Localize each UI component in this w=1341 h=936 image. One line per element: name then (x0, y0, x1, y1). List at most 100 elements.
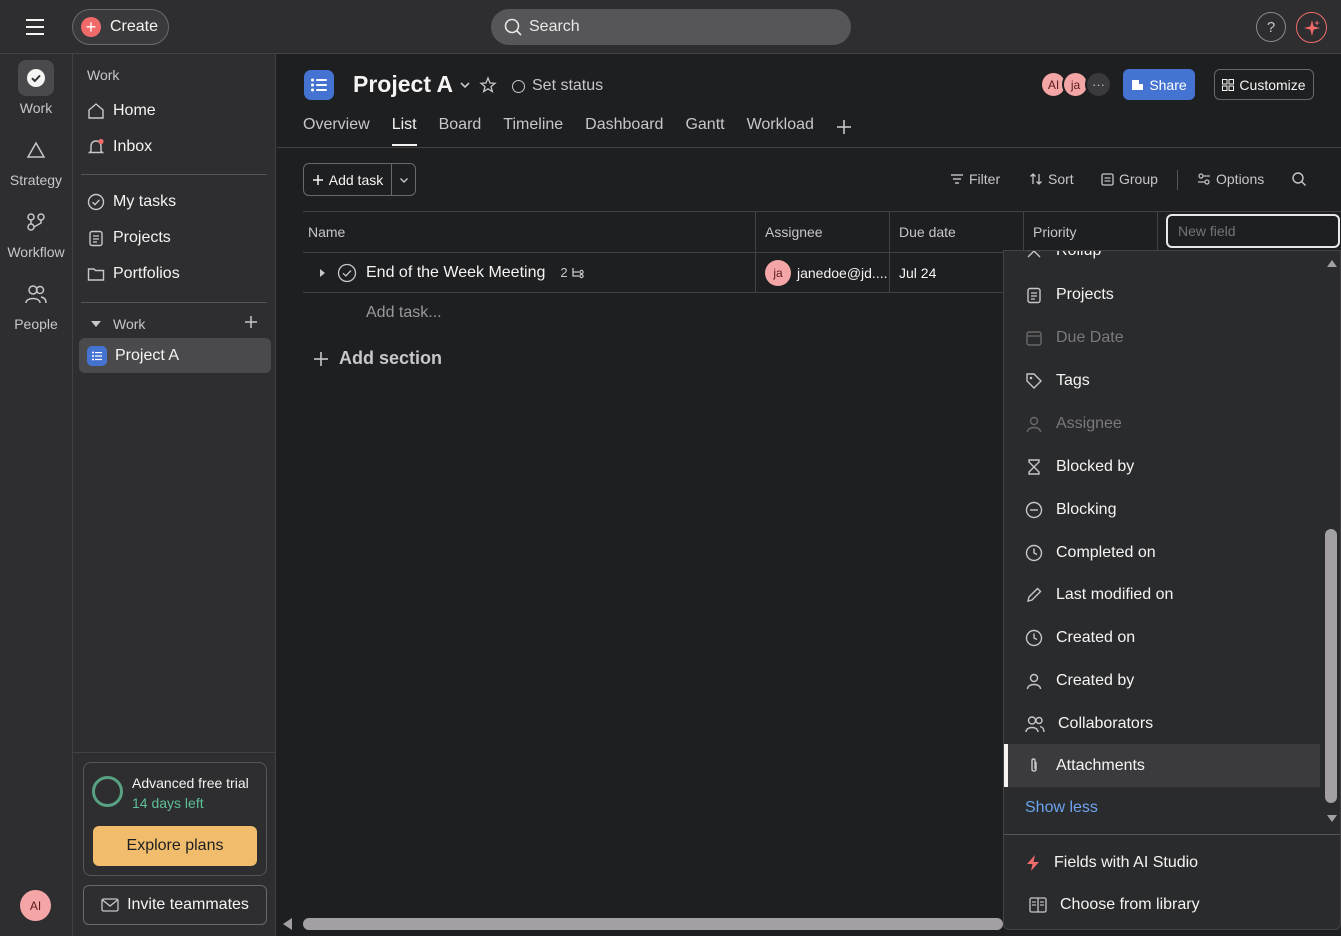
header-divider (277, 147, 1341, 148)
tab-timeline[interactable]: Timeline (503, 116, 563, 146)
workflow-icon (18, 204, 54, 240)
project-title[interactable]: Project A (353, 71, 453, 98)
filter-label: Filter (969, 171, 1001, 187)
tab-board[interactable]: Board (439, 116, 482, 146)
complete-checkbox-icon[interactable] (337, 263, 357, 283)
menu-item-blocked-by[interactable]: Blocked by (1004, 445, 1320, 488)
show-less-link[interactable]: Show less (1025, 799, 1098, 817)
rail-workflow[interactable]: Workflow (0, 204, 72, 260)
user-avatar[interactable]: AI (20, 890, 51, 921)
menu-item-projects[interactable]: Projects (1004, 273, 1320, 316)
menu-item-label: Collaborators (1058, 714, 1154, 732)
sidebar-item-projects[interactable]: Projects (79, 221, 271, 255)
check-circle-icon (87, 193, 105, 211)
share-label: Share (1149, 76, 1187, 93)
person-icon (1026, 673, 1042, 689)
rail-work[interactable]: Work (0, 60, 72, 116)
column-header-priority[interactable]: Priority (1023, 211, 1157, 253)
assignee-cell[interactable]: ja janedoe@jd.... (755, 253, 889, 293)
help-button[interactable]: ? (1256, 12, 1286, 42)
menu-item-collaborators[interactable]: Collaborators (1004, 702, 1320, 745)
add-tab-icon[interactable] (836, 116, 852, 146)
calendar-icon (1026, 330, 1042, 346)
set-status-button[interactable]: Set status (512, 77, 603, 95)
menu-item-choose-library[interactable]: Choose from library (1004, 883, 1340, 926)
subtask-count: 2 (560, 265, 568, 280)
share-button[interactable]: Share (1123, 69, 1195, 100)
menu-divider (1004, 834, 1340, 835)
tab-gantt[interactable]: Gantt (685, 116, 724, 146)
column-header-assignee[interactable]: Assignee (755, 211, 889, 253)
menu-item-completed-on[interactable]: Completed on (1004, 531, 1320, 574)
star-icon[interactable] (479, 76, 497, 94)
plus-icon (312, 174, 323, 185)
explore-plans-button[interactable]: Explore plans (93, 826, 257, 866)
add-project-icon[interactable] (243, 314, 259, 330)
menu-item-created-on[interactable]: Created on (1004, 616, 1320, 659)
sort-label: Sort (1048, 171, 1074, 187)
sidebar-item-home[interactable]: Home (79, 94, 271, 128)
sort-button[interactable]: Sort (1029, 171, 1074, 187)
add-task-label: Add task (328, 171, 384, 188)
filter-button[interactable]: Filter (950, 171, 1000, 187)
paperclip-icon (1031, 757, 1037, 772)
group-button[interactable]: Group (1101, 171, 1158, 187)
rail-strategy[interactable]: Strategy (0, 132, 72, 188)
menu-item-created-by[interactable]: Created by (1004, 659, 1320, 702)
options-button[interactable]: Options (1197, 171, 1264, 187)
menu-item-last-modified-on[interactable]: Last modified on (1004, 573, 1320, 616)
menu-item-blocking[interactable]: Blocking (1004, 488, 1320, 531)
search-input[interactable]: Search (491, 9, 851, 45)
menu-item-label: Attachments (1056, 756, 1145, 774)
add-task-split-button: Add task (303, 163, 416, 196)
table-row[interactable]: End of the Week Meeting 2 (303, 253, 755, 293)
menu-item-tags[interactable]: Tags (1004, 359, 1320, 402)
add-section-label: Add section (339, 348, 443, 368)
tab-list[interactable]: List (391, 116, 417, 146)
search-icon (504, 18, 522, 36)
sidebar-divider (81, 302, 267, 303)
column-header-due-date[interactable]: Due date (889, 211, 1023, 253)
work-group-header[interactable]: Work (89, 314, 269, 334)
new-field-input[interactable] (1166, 214, 1340, 248)
task-name[interactable]: End of the Week Meeting (366, 264, 545, 282)
search-tasks-icon[interactable] (1291, 171, 1307, 187)
rail-people[interactable]: People (0, 276, 72, 332)
clipboard-icon (89, 230, 103, 247)
sidebar-item-my-tasks[interactable]: My tasks (79, 185, 271, 219)
invite-label: Invite teammates (127, 896, 249, 913)
horizontal-scrollbar[interactable] (281, 914, 1003, 934)
sidebar-item-project-a[interactable]: Project A (79, 338, 271, 373)
add-task-inline[interactable]: Add task... (366, 304, 442, 322)
more-members-icon[interactable]: ··· (1085, 71, 1112, 98)
pencil-icon (1027, 587, 1042, 602)
project-list-icon (304, 70, 334, 100)
column-header-name[interactable]: Name (303, 211, 755, 253)
ai-sparkle-button[interactable] (1296, 12, 1327, 43)
menu-scroll-thumb[interactable] (1325, 529, 1337, 803)
tab-overview[interactable]: Overview (303, 116, 370, 146)
customize-button[interactable]: Customize (1214, 69, 1314, 100)
tab-workload[interactable]: Workload (747, 116, 814, 146)
chevron-down-icon[interactable] (458, 78, 472, 92)
menu-item-attachments[interactable]: Attachments (1004, 744, 1320, 787)
sidebar-item-inbox[interactable]: Inbox (79, 130, 271, 164)
subtask-icon[interactable] (571, 267, 585, 279)
plus-icon: + (81, 17, 101, 37)
menu-item-label: Completed on (1056, 543, 1156, 561)
plus-icon (314, 351, 328, 366)
expand-caret-icon[interactable] (316, 267, 328, 279)
create-button[interactable]: + Create (72, 9, 169, 45)
menu-item-assignee: Assignee (1004, 402, 1320, 445)
caret-down-icon (91, 321, 101, 327)
add-task-dropdown[interactable] (392, 164, 415, 195)
add-section-button[interactable]: Add section (313, 348, 442, 369)
sidebar-item-portfolios[interactable]: Portfolios (79, 257, 271, 291)
menu-item-label: Blocking (1056, 500, 1117, 518)
invite-teammates-button[interactable]: Invite teammates (83, 885, 267, 925)
menu-item-rollup[interactable]: Rollup (1004, 251, 1320, 272)
add-task-button[interactable]: Add task (304, 164, 392, 195)
menu-item-ai-studio[interactable]: Fields with AI Studio (1004, 841, 1340, 884)
hamburger-menu-icon[interactable] (24, 16, 48, 38)
tab-dashboard[interactable]: Dashboard (585, 116, 663, 146)
